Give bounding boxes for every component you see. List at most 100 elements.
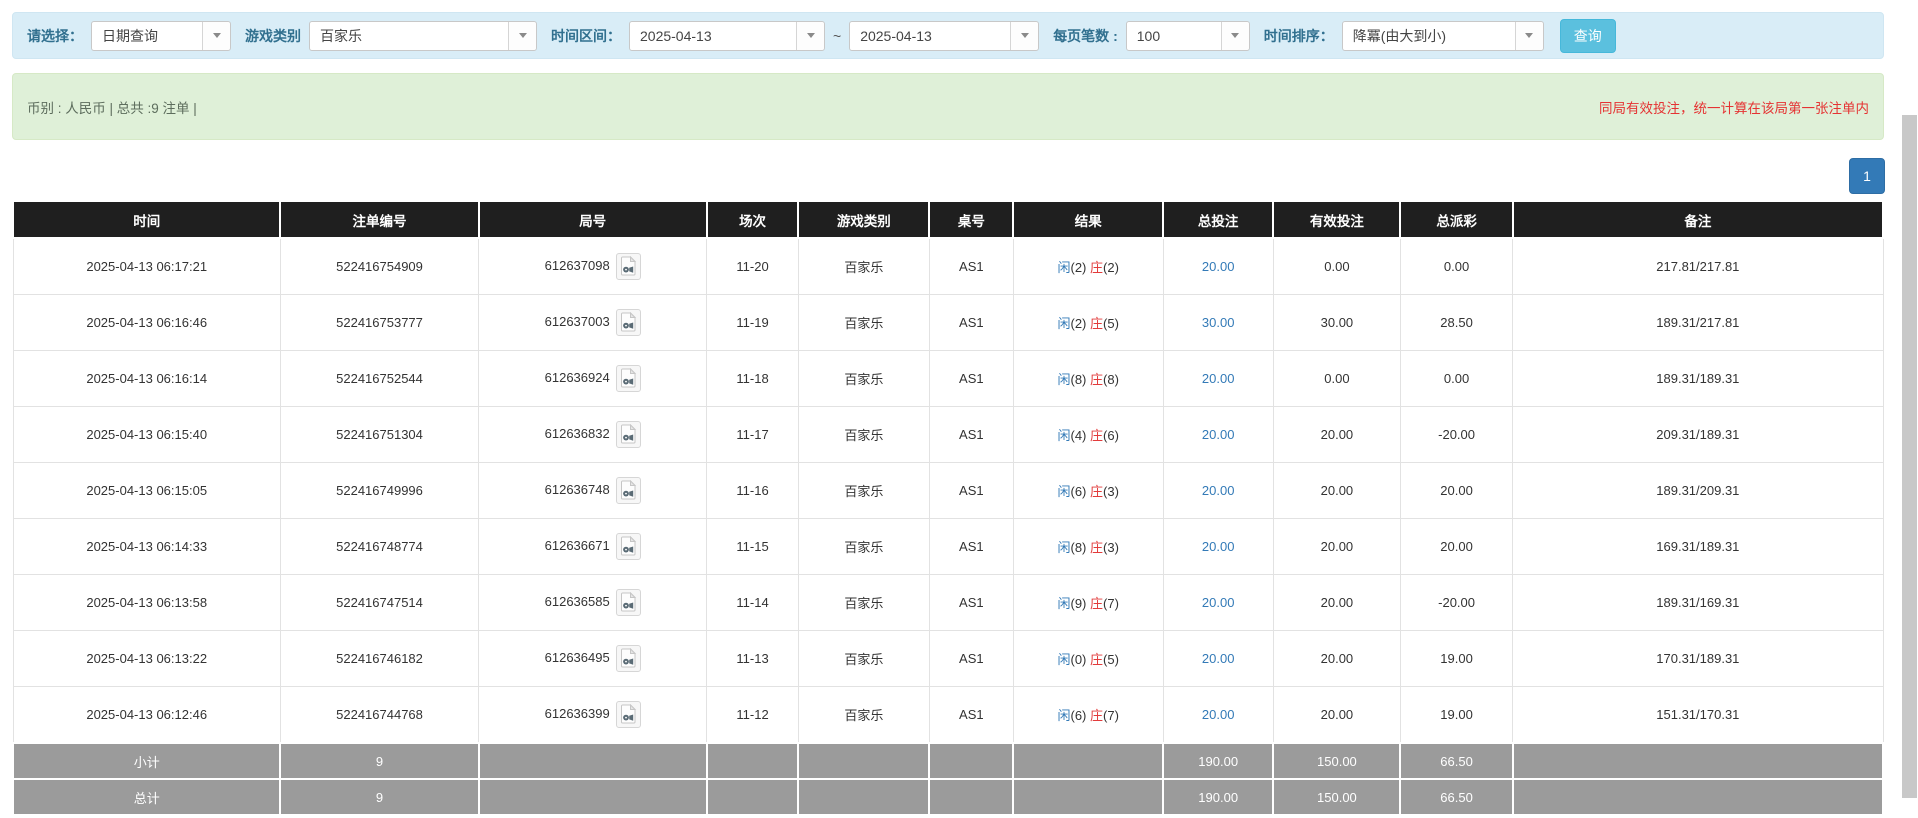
- round-id: 612636495: [545, 650, 610, 665]
- total-bet-cell[interactable]: 20.00: [1163, 687, 1273, 744]
- empty-cell: [929, 743, 1013, 779]
- empty-cell: [479, 779, 707, 815]
- col-header-bet-id: 注单编号: [280, 201, 478, 238]
- table-no-cell: AS1: [929, 238, 1013, 295]
- total-bet-link[interactable]: 20.00: [1202, 539, 1235, 554]
- col-header-table-no: 桌号: [929, 201, 1013, 238]
- video-icon[interactable]: [616, 645, 641, 672]
- table-header-row: 时间 注单编号 局号 场次 游戏类别 桌号 结果 总投注 有效投注 总派彩 备注: [13, 201, 1883, 238]
- total-label: 总计: [13, 779, 280, 815]
- total-bet-link[interactable]: 20.00: [1202, 651, 1235, 666]
- table-no-cell: AS1: [929, 351, 1013, 407]
- chevron-down-icon: [202, 22, 230, 50]
- total-bet-cell[interactable]: 20.00: [1163, 519, 1273, 575]
- game-type-cell: 百家乐: [798, 631, 929, 687]
- table-row: 2025-04-13 06:16:14522416752544612636924…: [13, 351, 1883, 407]
- payout-cell: 0.00: [1400, 351, 1512, 407]
- page-size-select[interactable]: 100: [1126, 21, 1250, 51]
- bet-id-cell: 522416746182: [280, 631, 478, 687]
- col-header-note: 备注: [1513, 201, 1883, 238]
- total-bet-cell[interactable]: 20.00: [1163, 631, 1273, 687]
- payout-cell: -20.00: [1400, 407, 1512, 463]
- total-bet-cell[interactable]: 30.00: [1163, 295, 1273, 351]
- result-cell: 闲(2) 庄(5): [1013, 295, 1163, 351]
- filter-bar: 请选择： 日期查询 游戏类别 百家乐 时间区间： 2025-04-13 ~ 20…: [12, 12, 1884, 59]
- subtotal-payout: 66.50: [1400, 743, 1512, 779]
- video-icon[interactable]: [616, 477, 641, 504]
- session-cell: 11-18: [707, 351, 799, 407]
- pagination: 1: [1849, 158, 1885, 194]
- session-cell: 11-12: [707, 687, 799, 744]
- query-button[interactable]: 查询: [1560, 19, 1616, 53]
- session-cell: 11-14: [707, 575, 799, 631]
- game-type-cell: 百家乐: [798, 575, 929, 631]
- game-type-label: 游戏类别: [245, 26, 301, 46]
- time-cell: 2025-04-13 06:17:21: [13, 238, 280, 295]
- total-bet-link[interactable]: 20.00: [1202, 707, 1235, 722]
- total-bet-link[interactable]: 20.00: [1202, 259, 1235, 274]
- table-no-cell: AS1: [929, 295, 1013, 351]
- bet-records-table: 时间 注单编号 局号 场次 游戏类别 桌号 结果 总投注 有效投注 总派彩 备注…: [12, 200, 1884, 816]
- result-cell: 闲(9) 庄(7): [1013, 575, 1163, 631]
- video-icon[interactable]: [616, 701, 641, 728]
- total-bet-link[interactable]: 20.00: [1202, 595, 1235, 610]
- video-icon[interactable]: [616, 253, 641, 280]
- video-icon[interactable]: [616, 365, 641, 392]
- note-cell: 169.31/189.31: [1513, 519, 1883, 575]
- note-cell: 151.31/170.31: [1513, 687, 1883, 744]
- page-1-button[interactable]: 1: [1849, 158, 1885, 194]
- total-bet-cell[interactable]: 20.00: [1163, 407, 1273, 463]
- game-type-cell: 百家乐: [798, 463, 929, 519]
- valid-bet-cell: 30.00: [1273, 295, 1400, 351]
- chevron-down-icon: [1010, 22, 1038, 50]
- bet-id-cell: 522416747514: [280, 575, 478, 631]
- payout-cell: 20.00: [1400, 519, 1512, 575]
- result-player-label: 闲: [1057, 708, 1070, 723]
- date-from-select[interactable]: 2025-04-13: [629, 21, 825, 51]
- payout-cell: -20.00: [1400, 575, 1512, 631]
- date-to-select[interactable]: 2025-04-13: [849, 21, 1039, 51]
- total-bet-link[interactable]: 20.00: [1202, 483, 1235, 498]
- round-id: 612636585: [545, 594, 610, 609]
- result-cell: 闲(2) 庄(2): [1013, 238, 1163, 295]
- payout-cell: 20.00: [1400, 463, 1512, 519]
- total-bet-link[interactable]: 20.00: [1202, 427, 1235, 442]
- result-banker-label: 庄: [1090, 652, 1103, 667]
- total-row: 总计 9 190.00 150.00 66.50: [13, 779, 1883, 815]
- scrollbar-thumb[interactable]: [1902, 115, 1917, 798]
- payout-cell: 19.00: [1400, 687, 1512, 744]
- note-cell: 170.31/189.31: [1513, 631, 1883, 687]
- total-bet-cell[interactable]: 20.00: [1163, 238, 1273, 295]
- total-bet-cell[interactable]: 20.00: [1163, 463, 1273, 519]
- result-cell: 闲(0) 庄(5): [1013, 631, 1163, 687]
- result-player-label: 闲: [1057, 260, 1070, 275]
- total-bet-cell[interactable]: 20.00: [1163, 351, 1273, 407]
- empty-cell: [1013, 779, 1163, 815]
- round-id: 612636748: [545, 482, 610, 497]
- valid-bet-cell: 20.00: [1273, 631, 1400, 687]
- payout-cell: 0.00: [1400, 238, 1512, 295]
- time-sort-select[interactable]: 降冪(由大到小): [1342, 21, 1544, 51]
- chevron-down-icon: [796, 22, 824, 50]
- result-banker-label: 庄: [1090, 428, 1103, 443]
- game-type-cell: 百家乐: [798, 238, 929, 295]
- video-icon[interactable]: [616, 589, 641, 616]
- total-bet-link[interactable]: 30.00: [1202, 315, 1235, 330]
- total-payout: 66.50: [1400, 779, 1512, 815]
- total-bet-link[interactable]: 20.00: [1202, 371, 1235, 386]
- table-row: 2025-04-13 06:16:46522416753777612637003…: [13, 295, 1883, 351]
- round-id: 612636671: [545, 538, 610, 553]
- result-banker-label: 庄: [1090, 596, 1103, 611]
- scrollbar-track[interactable]: [1901, 0, 1918, 818]
- video-icon[interactable]: [616, 421, 641, 448]
- video-icon[interactable]: [616, 309, 641, 336]
- round-cell: 612636495: [479, 631, 707, 687]
- payout-cell: 28.50: [1400, 295, 1512, 351]
- result-cell: 闲(8) 庄(3): [1013, 519, 1163, 575]
- game-type-select[interactable]: 百家乐: [309, 21, 537, 51]
- result-banker-label: 庄: [1090, 316, 1103, 331]
- total-total-bet: 190.00: [1163, 779, 1273, 815]
- video-icon[interactable]: [616, 533, 641, 560]
- query-type-select[interactable]: 日期查询: [91, 21, 231, 51]
- total-bet-cell[interactable]: 20.00: [1163, 575, 1273, 631]
